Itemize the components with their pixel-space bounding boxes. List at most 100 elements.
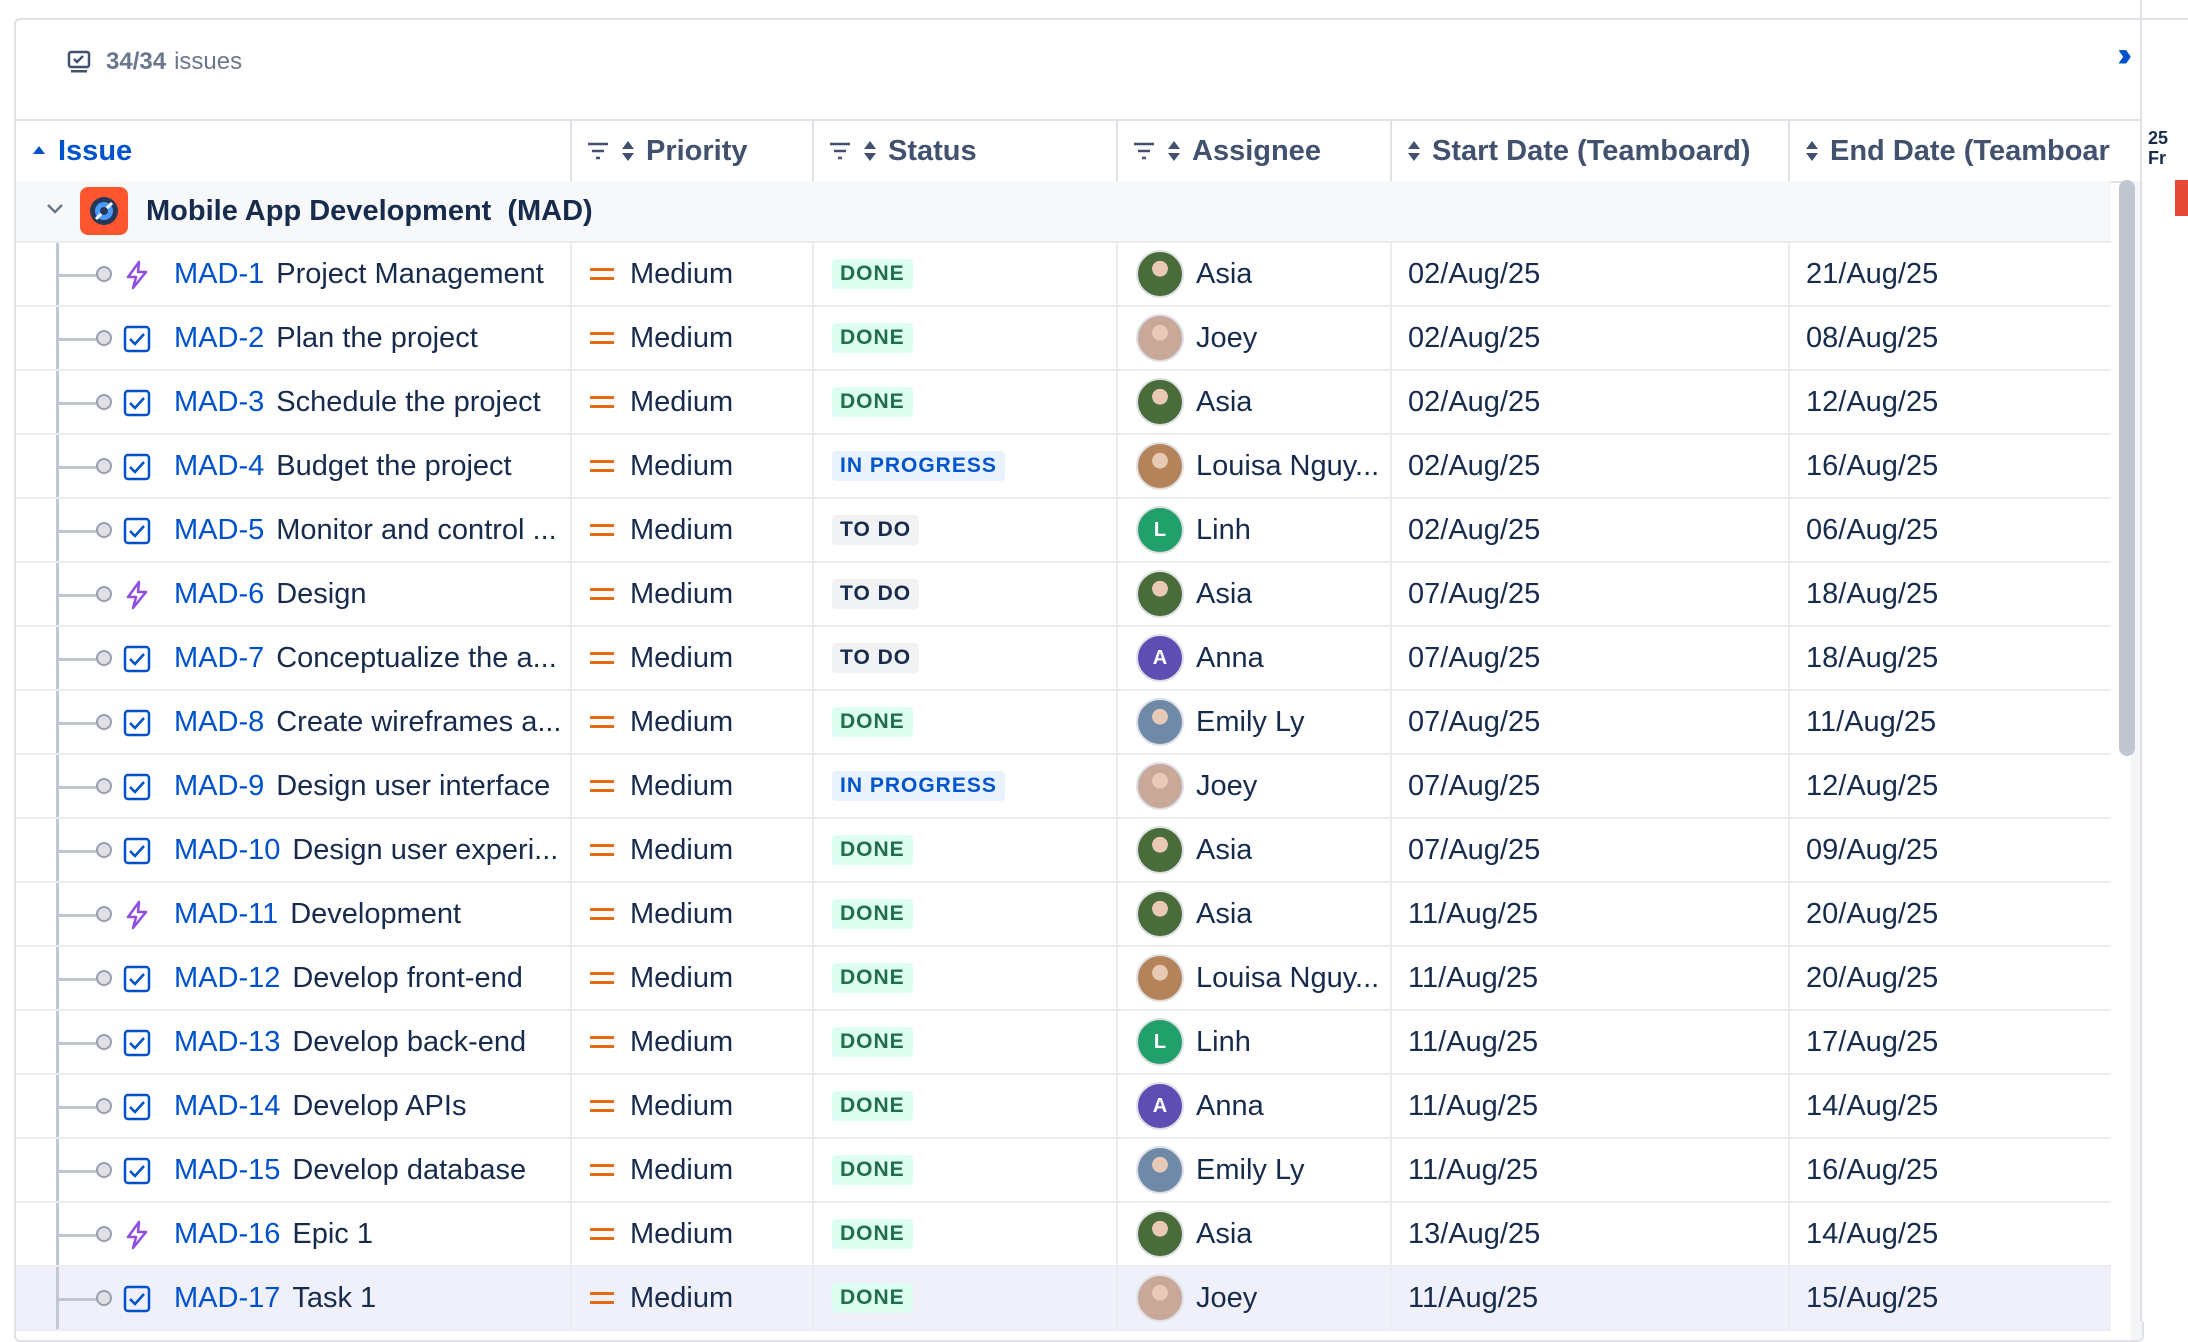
status-badge[interactable]: DONE <box>832 387 913 417</box>
priority-cell[interactable]: Medium <box>572 243 814 305</box>
end-date-cell[interactable]: 12/Aug/25 <box>1790 371 2111 433</box>
end-date-cell[interactable]: 17/Aug/25 <box>1790 1011 2111 1073</box>
start-date-cell[interactable]: 11/Aug/25 <box>1392 1139 1790 1201</box>
status-cell[interactable]: DONE <box>814 819 1118 881</box>
status-cell[interactable]: DONE <box>814 947 1118 1009</box>
status-badge[interactable]: DONE <box>832 1155 913 1185</box>
start-date-cell[interactable]: 07/Aug/25 <box>1392 755 1790 817</box>
assignee-cell[interactable]: Asia <box>1118 371 1392 433</box>
issue-key-link[interactable]: MAD-6 <box>174 578 264 611</box>
table-row[interactable]: MAD-12 Develop front-end Medium DONE Louisa … <box>16 947 2111 1011</box>
assignee-cell[interactable]: A Anna <box>1118 1075 1392 1137</box>
table-row[interactable]: MAD-15 Develop database Medium DONE Emily Ly… <box>16 1139 2111 1203</box>
end-date-cell[interactable]: 18/Aug/25 <box>1790 563 2111 625</box>
status-cell[interactable]: TO DO <box>814 627 1118 689</box>
assignee-cell[interactable]: A Anna <box>1118 627 1392 689</box>
status-badge[interactable]: DONE <box>832 963 913 993</box>
assignee-cell[interactable]: Asia <box>1118 243 1392 305</box>
table-row[interactable]: MAD-8 Create wireframes a... Medium DONE Emi… <box>16 691 2111 755</box>
sort-icon[interactable] <box>620 139 636 163</box>
issue-summary[interactable]: Task 1 <box>292 1282 376 1315</box>
assignee-cell[interactable]: Asia <box>1118 819 1392 881</box>
table-row[interactable]: MAD-13 Develop back-end Medium DONE L Linh 11/… <box>16 1011 2111 1075</box>
issue-summary[interactable]: Monitor and control ... <box>276 514 556 547</box>
status-cell[interactable]: DONE <box>814 1203 1118 1265</box>
issue-summary[interactable]: Design user interface <box>276 770 550 803</box>
issue-summary[interactable]: Develop back-end <box>292 1026 526 1059</box>
priority-cell[interactable]: Medium <box>572 1139 814 1201</box>
priority-cell[interactable]: Medium <box>572 499 814 561</box>
project-group-row[interactable]: Mobile App Development (MAD) <box>16 181 2111 243</box>
end-date-cell[interactable]: 20/Aug/25 <box>1790 947 2111 1009</box>
priority-cell[interactable]: Medium <box>572 627 814 689</box>
table-row[interactable]: MAD-11 Development Medium DONE Asia 11/Aug/25… <box>16 883 2111 947</box>
status-badge[interactable]: DONE <box>832 1091 913 1121</box>
issue-key-link[interactable]: MAD-3 <box>174 386 264 419</box>
issue-key-link[interactable]: MAD-11 <box>174 898 278 931</box>
priority-cell[interactable]: Medium <box>572 307 814 369</box>
priority-cell[interactable]: Medium <box>572 883 814 945</box>
status-cell[interactable]: IN PROGRESS <box>814 755 1118 817</box>
sort-icon[interactable] <box>1804 139 1820 163</box>
issue-key-link[interactable]: MAD-5 <box>174 514 264 547</box>
start-date-cell[interactable]: 07/Aug/25 <box>1392 819 1790 881</box>
end-date-cell[interactable]: 14/Aug/25 <box>1790 1203 2111 1265</box>
issue-key-link[interactable]: MAD-12 <box>174 962 280 995</box>
column-header-status[interactable]: Status <box>814 121 1118 181</box>
priority-cell[interactable]: Medium <box>572 1011 814 1073</box>
status-cell[interactable]: TO DO <box>814 499 1118 561</box>
assignee-cell[interactable]: Louisa Nguy... <box>1118 947 1392 1009</box>
issue-summary[interactable]: Design user experi... <box>292 834 558 867</box>
status-cell[interactable]: DONE <box>814 1139 1118 1201</box>
start-date-cell[interactable]: 11/Aug/25 <box>1392 1011 1790 1073</box>
status-badge[interactable]: DONE <box>832 1219 913 1249</box>
status-cell[interactable]: DONE <box>814 1267 1118 1329</box>
assignee-cell[interactable]: Asia <box>1118 1203 1392 1265</box>
expand-panel-icon[interactable]: ›› <box>2117 36 2131 75</box>
assignee-cell[interactable]: Asia <box>1118 883 1392 945</box>
assignee-cell[interactable]: Louisa Nguy... <box>1118 435 1392 497</box>
end-date-cell[interactable]: 11/Aug/25 <box>1790 691 2111 753</box>
end-date-cell[interactable]: 16/Aug/25 <box>1790 1139 2111 1201</box>
sort-icon[interactable] <box>1406 139 1422 163</box>
issue-summary[interactable]: Develop front-end <box>292 962 523 995</box>
table-row[interactable]: MAD-5 Monitor and control ... Medium TO DO L… <box>16 499 2111 563</box>
issue-summary[interactable]: Schedule the project <box>276 386 540 419</box>
priority-cell[interactable]: Medium <box>572 563 814 625</box>
issue-summary[interactable]: Epic 1 <box>292 1218 373 1251</box>
sort-icon[interactable] <box>1166 139 1182 163</box>
table-row[interactable]: MAD-16 Epic 1 Medium DONE Asia 13/Aug/25 14/Au… <box>16 1203 2111 1267</box>
end-date-cell[interactable]: 08/Aug/25 <box>1790 307 2111 369</box>
filter-icon[interactable] <box>586 141 610 161</box>
issue-summary[interactable]: Conceptualize the a... <box>276 642 557 675</box>
assignee-cell[interactable]: Joey <box>1118 307 1392 369</box>
table-row[interactable]: MAD-14 Develop APIs Medium DONE A Anna 11/Aug/… <box>16 1075 2111 1139</box>
issue-summary[interactable]: Develop APIs <box>292 1090 466 1123</box>
issue-key-link[interactable]: MAD-16 <box>174 1218 280 1251</box>
table-row[interactable]: MAD-10 Design user experi... Medium DONE Asi… <box>16 819 2111 883</box>
status-badge[interactable]: TO DO <box>832 579 920 609</box>
assignee-cell[interactable]: Joey <box>1118 755 1392 817</box>
status-badge[interactable]: DONE <box>832 835 913 865</box>
start-date-cell[interactable]: 02/Aug/25 <box>1392 371 1790 433</box>
status-badge[interactable]: DONE <box>832 707 913 737</box>
status-badge[interactable]: TO DO <box>832 515 920 545</box>
end-date-cell[interactable]: 18/Aug/25 <box>1790 627 2111 689</box>
issue-key-link[interactable]: MAD-14 <box>174 1090 280 1123</box>
column-header-assignee[interactable]: Assignee <box>1118 121 1392 181</box>
issue-summary[interactable]: Project Management <box>276 258 544 291</box>
issue-key-link[interactable]: MAD-9 <box>174 770 264 803</box>
end-date-cell[interactable]: 12/Aug/25 <box>1790 755 2111 817</box>
status-badge[interactable]: IN PROGRESS <box>832 451 1005 481</box>
start-date-cell[interactable]: 07/Aug/25 <box>1392 627 1790 689</box>
column-header-start-date[interactable]: Start Date (Teamboard) <box>1392 121 1790 181</box>
status-cell[interactable]: DONE <box>814 307 1118 369</box>
status-badge[interactable]: DONE <box>832 1027 913 1057</box>
issue-key-link[interactable]: MAD-4 <box>174 450 264 483</box>
table-row[interactable]: MAD-17 Task 1 Medium DONE Joey 11/Aug/25 15/Au… <box>16 1267 2111 1331</box>
end-date-cell[interactable]: 20/Aug/25 <box>1790 883 2111 945</box>
start-date-cell[interactable]: 02/Aug/25 <box>1392 435 1790 497</box>
scrollbar-thumb[interactable] <box>2119 180 2135 756</box>
issue-key-link[interactable]: MAD-7 <box>174 642 264 675</box>
start-date-cell[interactable]: 11/Aug/25 <box>1392 1075 1790 1137</box>
